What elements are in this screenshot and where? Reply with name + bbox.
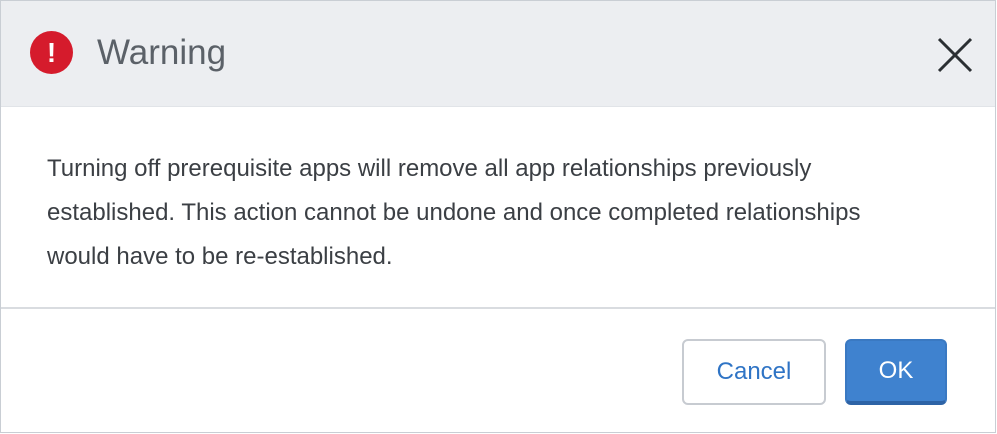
dialog-message: Turning off prerequisite apps will remov… (47, 155, 861, 270)
footer-divider (1, 307, 995, 309)
ok-button[interactable]: OK (845, 339, 947, 405)
warning-dialog: ! Warning Turning off prerequisite apps … (0, 0, 996, 433)
exclamation-icon: ! (30, 31, 73, 74)
close-icon (937, 37, 973, 73)
cancel-button[interactable]: Cancel (682, 339, 826, 405)
close-button[interactable] (935, 35, 975, 75)
dialog-header: ! Warning (1, 1, 995, 107)
dialog-title: Warning (97, 33, 227, 72)
